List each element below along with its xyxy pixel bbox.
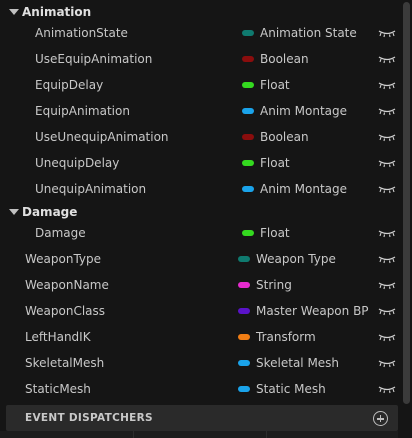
type-label: Anim Montage [260, 104, 348, 118]
type-pill-icon [238, 308, 250, 314]
visibility-closed-eye-icon[interactable] [378, 306, 396, 316]
variable-name: LeftHandIK [25, 330, 91, 344]
type-label: Float [260, 78, 290, 92]
variable-type[interactable]: Float [242, 226, 290, 240]
scrollbar-thumb[interactable] [403, 2, 410, 404]
type-label: Anim Montage [260, 182, 348, 196]
type-label: Float [260, 156, 290, 170]
visibility-closed-eye-icon[interactable] [378, 80, 396, 90]
variable-row[interactable]: EquipDelay Float [0, 72, 398, 98]
add-event-dispatcher-plus-icon[interactable] [373, 411, 388, 426]
variable-name: Damage [35, 226, 86, 240]
variable-name: AnimationState [35, 26, 128, 40]
variable-row[interactable]: UseEquipAnimation Boolean [0, 46, 398, 72]
variable-type[interactable]: String [238, 278, 292, 292]
variable-type[interactable]: Skeletal Mesh [238, 356, 339, 370]
type-pill-icon [242, 186, 254, 192]
type-pill-icon [242, 30, 254, 36]
type-label: Static Mesh [256, 382, 326, 396]
variable-name: WeaponType [25, 252, 102, 266]
visibility-closed-eye-icon[interactable] [378, 54, 396, 64]
variable-type[interactable]: Transform [238, 330, 316, 344]
variable-row[interactable]: LeftHandIK Transform [0, 324, 398, 350]
type-label: Skeletal Mesh [256, 356, 340, 370]
type-label: Master Weapon BP [256, 304, 369, 318]
visibility-closed-eye-icon[interactable] [378, 184, 396, 194]
type-pill-icon [242, 82, 254, 88]
section-title: EVENT DISPATCHERS [25, 412, 153, 424]
visibility-closed-eye-icon[interactable] [378, 106, 396, 116]
variable-row[interactable]: Damage Float [0, 220, 398, 246]
variable-type[interactable]: Anim Montage [242, 104, 347, 118]
variable-type[interactable]: Animation State [242, 26, 357, 40]
variable-row[interactable]: UseUnequipAnimation Boolean [0, 124, 398, 150]
visibility-closed-eye-icon[interactable] [378, 158, 396, 168]
type-pill-icon [238, 360, 250, 366]
type-pill-icon [242, 56, 254, 62]
expand-arrow-icon[interactable] [9, 9, 19, 15]
category-animation[interactable]: Animation [0, 2, 398, 22]
visibility-closed-eye-icon[interactable] [378, 228, 396, 238]
variables-panel: Animation AnimationState Animation State… [0, 0, 400, 438]
variable-name: SkeletalMesh [25, 356, 105, 370]
variable-name: UnequipAnimation [35, 182, 147, 196]
variable-row[interactable]: UnequipAnimation Anim Montage [0, 176, 398, 202]
divider [266, 431, 267, 438]
variable-row[interactable]: AnimationState Animation State [0, 20, 398, 46]
event-dispatchers-section[interactable]: EVENT DISPATCHERS [6, 405, 398, 431]
visibility-closed-eye-icon[interactable] [378, 280, 396, 290]
variable-type[interactable]: Static Mesh [238, 382, 326, 396]
visibility-closed-eye-icon[interactable] [378, 332, 396, 342]
variable-type[interactable]: Boolean [242, 52, 309, 66]
variable-row[interactable]: SkeletalMesh Skeletal Mesh [0, 350, 398, 376]
variable-row[interactable]: EquipAnimation Anim Montage [0, 98, 398, 124]
expand-arrow-icon[interactable] [9, 209, 19, 215]
type-label: String [256, 278, 292, 292]
type-pill-icon [238, 256, 250, 262]
vertical-scrollbar[interactable] [400, 0, 412, 438]
variable-row[interactable]: WeaponName String [0, 272, 398, 298]
type-label: Transform [256, 330, 316, 344]
divider [133, 431, 134, 438]
type-pill-icon [238, 334, 250, 340]
variable-row[interactable]: WeaponType Weapon Type [0, 246, 398, 272]
variable-type[interactable]: Boolean [242, 130, 309, 144]
variable-name: StaticMesh [25, 382, 91, 396]
category-damage[interactable]: Damage [0, 202, 398, 222]
variable-row[interactable]: WeaponClass Master Weapon BP [0, 298, 398, 324]
footer-strip [0, 431, 398, 438]
variable-type[interactable]: Float [242, 156, 290, 170]
variable-name: EquipDelay [35, 78, 104, 92]
variable-type[interactable]: Anim Montage [242, 182, 347, 196]
visibility-closed-eye-icon[interactable] [378, 28, 396, 38]
type-pill-icon [242, 230, 254, 236]
variable-name: WeaponName [25, 278, 109, 292]
type-label: Boolean [260, 130, 309, 144]
variable-type[interactable]: Master Weapon BP [238, 304, 369, 318]
category-label: Animation [22, 5, 92, 19]
visibility-closed-eye-icon[interactable] [378, 254, 396, 264]
type-label: Weapon Type [256, 252, 336, 266]
variable-name: WeaponClass [25, 304, 106, 318]
variable-row[interactable]: UnequipDelay Float [0, 150, 398, 176]
category-label: Damage [22, 205, 78, 219]
type-label: Animation State [260, 26, 357, 40]
type-label: Float [260, 226, 290, 240]
visibility-closed-eye-icon[interactable] [378, 132, 396, 142]
variable-name: UseEquipAnimation [35, 52, 153, 66]
variable-name: UseUnequipAnimation [35, 130, 169, 144]
variable-row[interactable]: StaticMesh Static Mesh [0, 376, 398, 402]
variable-type[interactable]: Weapon Type [238, 252, 336, 266]
type-pill-icon [238, 386, 250, 392]
variable-name: UnequipDelay [35, 156, 120, 170]
type-pill-icon [242, 108, 254, 114]
variable-name: EquipAnimation [35, 104, 130, 118]
type-pill-icon [238, 282, 250, 288]
visibility-closed-eye-icon[interactable] [378, 384, 396, 394]
variable-type[interactable]: Float [242, 78, 290, 92]
type-label: Boolean [260, 52, 309, 66]
type-pill-icon [242, 134, 254, 140]
type-pill-icon [242, 160, 254, 166]
visibility-closed-eye-icon[interactable] [378, 358, 396, 368]
